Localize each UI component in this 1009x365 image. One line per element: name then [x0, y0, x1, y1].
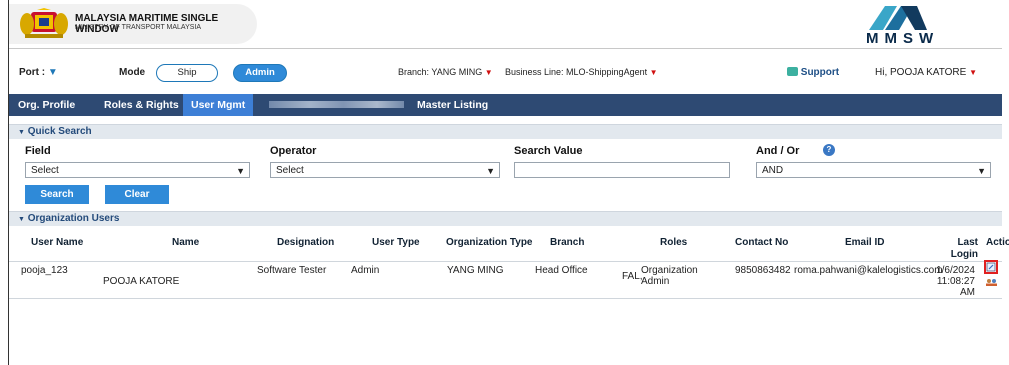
cell-last-login-date: 1/6/2024 [936, 265, 975, 276]
organization-users-header[interactable]: ▼ Organization Users [9, 211, 1002, 226]
business-line-label: Business Line: MLO-ShippingAgent [505, 67, 648, 77]
branch-selector[interactable]: Branch: YANG MING ▼ [398, 67, 493, 77]
mode-admin-button[interactable]: Admin [233, 64, 287, 82]
cell-designation: Software Tester [257, 265, 327, 276]
field-label: Field [25, 145, 51, 157]
col-name[interactable]: Name [172, 237, 199, 248]
col-action: Action [986, 237, 1009, 248]
business-line-selector[interactable]: Business Line: MLO-ShippingAgent ▼ [505, 67, 658, 77]
field-select[interactable]: Select ▼ [25, 162, 250, 178]
port-selector[interactable]: Port : ▼ [19, 67, 58, 78]
nav-item-roles-rights[interactable]: Roles & Rights [104, 94, 179, 116]
toolbar: Port : ▼ Mode Ship Admin Branch: YANG MI… [9, 62, 1002, 86]
cell-branch: Head Office [535, 265, 588, 276]
nav-item-user-mgmt[interactable]: User Mgmt [183, 94, 254, 116]
search-button[interactable]: Search [25, 185, 89, 204]
operator-label: Operator [270, 145, 317, 157]
col-email-id[interactable]: Email ID [845, 237, 884, 248]
org-logo-area: MALAYSIA MARITIME SINGLE WINDOW MINISTRY… [9, 4, 257, 44]
help-icon[interactable]: ? [823, 144, 835, 156]
cell-roles-prefix: FAL, [622, 271, 643, 282]
cell-contact-no: 9850863482 [735, 265, 791, 276]
branch-dropdown-icon: ▼ [484, 68, 493, 77]
chevron-down-icon: ▼ [236, 166, 245, 176]
cell-roles-line1: Organization [641, 265, 698, 276]
col-branch[interactable]: Branch [550, 237, 584, 248]
col-contact-no[interactable]: Contact No [735, 237, 788, 248]
organization-users-title: ▼ Organization Users [18, 213, 120, 224]
mode-ship-button[interactable]: Ship [156, 64, 218, 82]
app-header: MALAYSIA MARITIME SINGLE WINDOW MINISTRY… [9, 0, 1002, 48]
edit-user-action[interactable] [984, 260, 998, 274]
andor-select-value: AND [762, 165, 784, 176]
user-greeting: Hi, POOJA KATORE [875, 67, 967, 78]
cell-name: POOJA KATORE [103, 276, 180, 287]
nav-item-org-profile[interactable]: Org. Profile [18, 94, 75, 116]
table-row-divider [9, 298, 1002, 299]
cell-last-login-ampm: AM [960, 287, 975, 298]
main-nav: Org. Profile Roles & Rights User Mgmt Ma… [9, 94, 1002, 116]
app-frame: MALAYSIA MARITIME SINGLE WINDOW MINISTRY… [8, 0, 1009, 365]
quick-search-header[interactable]: ▼ Quick Search [9, 124, 1002, 139]
cell-user-type: Admin [351, 265, 380, 276]
port-label: Port : [19, 67, 46, 78]
operator-select-value: Select [276, 165, 304, 176]
user-menu[interactable]: Hi, POOJA KATORE ▼ [875, 67, 977, 78]
org-subtitle: MINISTRY OF TRANSPORT MALAYSIA [75, 24, 202, 31]
chevron-down-icon: ▼ [977, 166, 986, 176]
field-select-value: Select [31, 165, 59, 176]
col-user-type[interactable]: User Type [372, 237, 420, 248]
table-header-divider [9, 261, 1002, 262]
cell-email: roma.pahwani@kalelogistics.com [794, 265, 943, 276]
chevron-down-icon: ▼ [486, 166, 495, 176]
cell-roles-line2: Admin [641, 276, 670, 287]
port-dropdown-icon: ▼ [47, 67, 58, 78]
clear-button[interactable]: Clear [105, 185, 169, 204]
search-value-input[interactable] [514, 162, 730, 178]
quick-search-title: ▼ Quick Search [18, 126, 92, 137]
col-roles[interactable]: Roles [660, 237, 687, 248]
brand-text: MMSW [866, 30, 940, 47]
cell-user-name: pooja_123 [21, 265, 68, 276]
col-user-name[interactable]: User Name [31, 237, 83, 248]
support-icon [787, 67, 798, 76]
user-role-icon[interactable] [985, 278, 998, 287]
collapse-icon: ▼ [18, 129, 25, 136]
search-value-label: Search Value [514, 145, 583, 157]
collapse-icon: ▼ [18, 216, 25, 223]
andor-select[interactable]: AND ▼ [756, 162, 991, 178]
edit-icon [986, 262, 996, 272]
andor-label: And / Or [756, 145, 800, 157]
cell-organization-type: YANG MING [447, 265, 504, 276]
header-divider [9, 48, 1002, 49]
operator-select[interactable]: Select ▼ [270, 162, 500, 178]
nav-item-redacted[interactable] [269, 101, 404, 108]
mode-label: Mode [119, 67, 146, 78]
col-last-login[interactable]: Last Login [944, 237, 978, 261]
cell-last-login-time: 11:08:27 [936, 276, 975, 287]
user-menu-dropdown-icon: ▼ [969, 68, 978, 77]
branch-label: Branch: YANG MING [398, 67, 483, 77]
support-link[interactable]: Support [787, 67, 839, 78]
business-line-dropdown-icon: ▼ [649, 68, 658, 77]
malaysia-crest-icon [20, 8, 68, 38]
col-organization-type[interactable]: Organization Type [446, 237, 533, 248]
nav-item-master-listing[interactable]: Master Listing [417, 94, 488, 116]
col-designation[interactable]: Designation [277, 237, 334, 248]
support-label: Support [800, 67, 840, 78]
